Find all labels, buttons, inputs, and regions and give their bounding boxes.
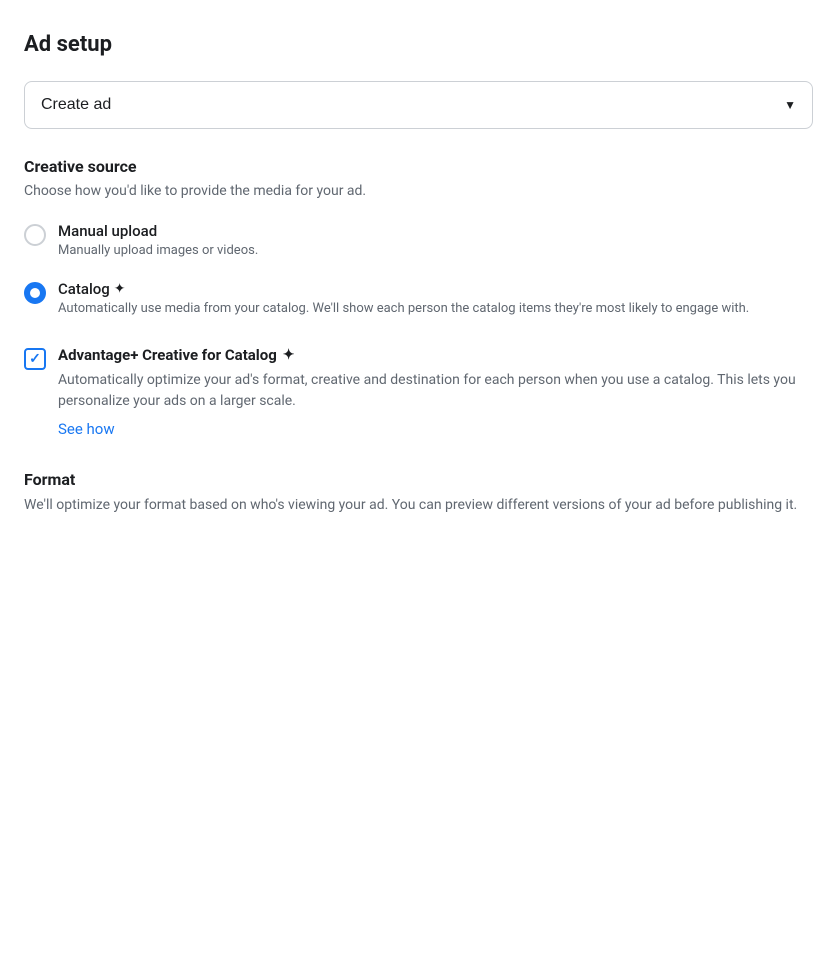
- manual-upload-title: Manual upload: [58, 222, 258, 240]
- format-section: Format We'll optimize your format based …: [24, 470, 813, 516]
- manual-upload-radio[interactable]: [24, 224, 46, 246]
- advantage-creative-label: Advantage+ Creative for Catalog ✦ Automa…: [58, 346, 813, 438]
- catalog-radio[interactable]: [24, 282, 46, 304]
- creative-source-section: Creative source Choose how you'd like to…: [24, 157, 813, 318]
- manual-upload-subtitle: Manually upload images or videos.: [58, 242, 258, 260]
- create-ad-dropdown-button[interactable]: Create ad ▼: [24, 81, 813, 129]
- page-title: Ad setup: [24, 32, 813, 57]
- format-title: Format: [24, 470, 813, 489]
- catalog-subtitle: Automatically use media from your catalo…: [58, 300, 749, 318]
- catalog-option[interactable]: Catalog ✦ Automatically use media from y…: [24, 280, 813, 318]
- manual-upload-label: Manual upload Manually upload images or …: [58, 222, 258, 260]
- checkmark-icon: ✓: [29, 351, 41, 367]
- advantage-creative-description: Automatically optimize your ad's format,…: [58, 370, 813, 412]
- create-ad-dropdown[interactable]: Create ad ▼: [24, 81, 813, 129]
- dropdown-arrow-icon: ▼: [784, 98, 796, 112]
- manual-upload-option[interactable]: Manual upload Manually upload images or …: [24, 222, 813, 260]
- advantage-creative-title: Advantage+ Creative for Catalog ✦: [58, 346, 813, 364]
- advantage-creative-checkbox[interactable]: ✓: [24, 348, 46, 370]
- advantage-creative-section: ✓ Advantage+ Creative for Catalog ✦ Auto…: [24, 342, 813, 442]
- see-how-link[interactable]: See how: [58, 420, 813, 438]
- catalog-label: Catalog ✦ Automatically use media from y…: [58, 280, 749, 318]
- creative-source-description: Choose how you'd like to provide the med…: [24, 182, 813, 202]
- format-description: We'll optimize your format based on who'…: [24, 495, 813, 516]
- creative-source-title: Creative source: [24, 157, 813, 176]
- catalog-sparkle-icon: ✦: [114, 281, 126, 297]
- dropdown-label: Create ad: [41, 96, 111, 114]
- catalog-title: Catalog ✦: [58, 280, 749, 298]
- advantage-sparkle-icon: ✦: [283, 347, 295, 363]
